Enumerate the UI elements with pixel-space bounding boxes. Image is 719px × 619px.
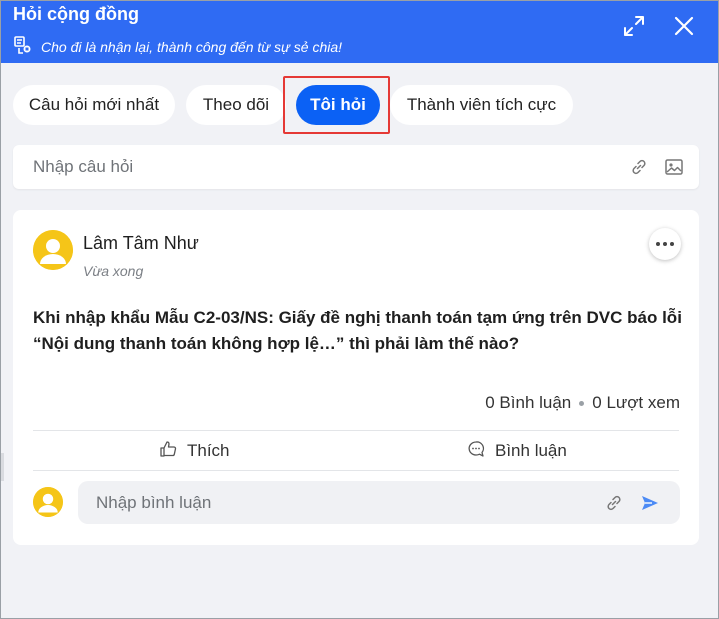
question-input-box [13, 145, 699, 189]
divider [33, 430, 679, 431]
header-bar: Hỏi cộng đồng Cho đi là nhận lại, thành … [1, 1, 718, 63]
more-dot-icon [656, 242, 660, 246]
scroll-edge [1, 453, 4, 481]
close-button[interactable] [669, 13, 699, 43]
comment-input-box [78, 481, 680, 524]
tab-latest-questions[interactable]: Câu hỏi mới nhất [13, 85, 175, 125]
comments-count: 0 Bình luận [485, 393, 572, 412]
link-icon[interactable] [603, 492, 625, 514]
post-time: Vừa xong [83, 263, 144, 279]
views-count: 0 Lượt xem [592, 393, 680, 412]
header-subtitle-text: Cho đi là nhận lại, thành công đến từ sự… [41, 39, 343, 55]
comment-input[interactable] [96, 481, 596, 524]
comment-avatar [33, 487, 63, 517]
question-input[interactable] [33, 145, 613, 189]
image-icon[interactable] [663, 156, 685, 178]
expand-button[interactable] [619, 13, 649, 43]
author-name[interactable]: Lâm Tâm Như [83, 232, 199, 254]
post-card: Lâm Tâm Như Vừa xong Khi nhập khẩu Mẫu C… [13, 210, 699, 545]
question-text[interactable]: Khi nhập khẩu Mẫu C2-03/NS: Giấy đề nghị… [33, 305, 683, 357]
link-icon[interactable] [628, 156, 650, 178]
header-title: Hỏi cộng đồng [13, 4, 139, 24]
stats-separator [579, 400, 585, 406]
post-stats: 0 Bình luận 0 Lượt xem [485, 393, 680, 413]
share-icon [13, 35, 33, 60]
like-button[interactable]: Thích [159, 438, 230, 464]
avatar [33, 230, 73, 270]
thumbs-up-icon [159, 440, 177, 463]
expand-icon [622, 14, 646, 43]
tab-active-members[interactable]: Thành viên tích cực [390, 85, 573, 125]
close-icon [673, 15, 695, 42]
more-dot-icon [663, 242, 667, 246]
header-subtitle: Cho đi là nhận lại, thành công đến từ sự… [13, 35, 343, 60]
community-window: Hỏi cộng đồng Cho đi là nhận lại, thành … [0, 0, 719, 619]
comment-button[interactable]: Bình luận [467, 438, 567, 464]
more-dot-icon [670, 242, 674, 246]
like-label: Thích [187, 441, 230, 460]
divider [33, 470, 679, 471]
tab-highlight-frame [283, 76, 390, 134]
comment-label: Bình luận [495, 441, 567, 460]
comment-icon [467, 440, 485, 463]
send-icon[interactable] [639, 492, 661, 514]
tab-following[interactable]: Theo dõi [186, 85, 286, 125]
more-options-button[interactable] [649, 228, 681, 260]
